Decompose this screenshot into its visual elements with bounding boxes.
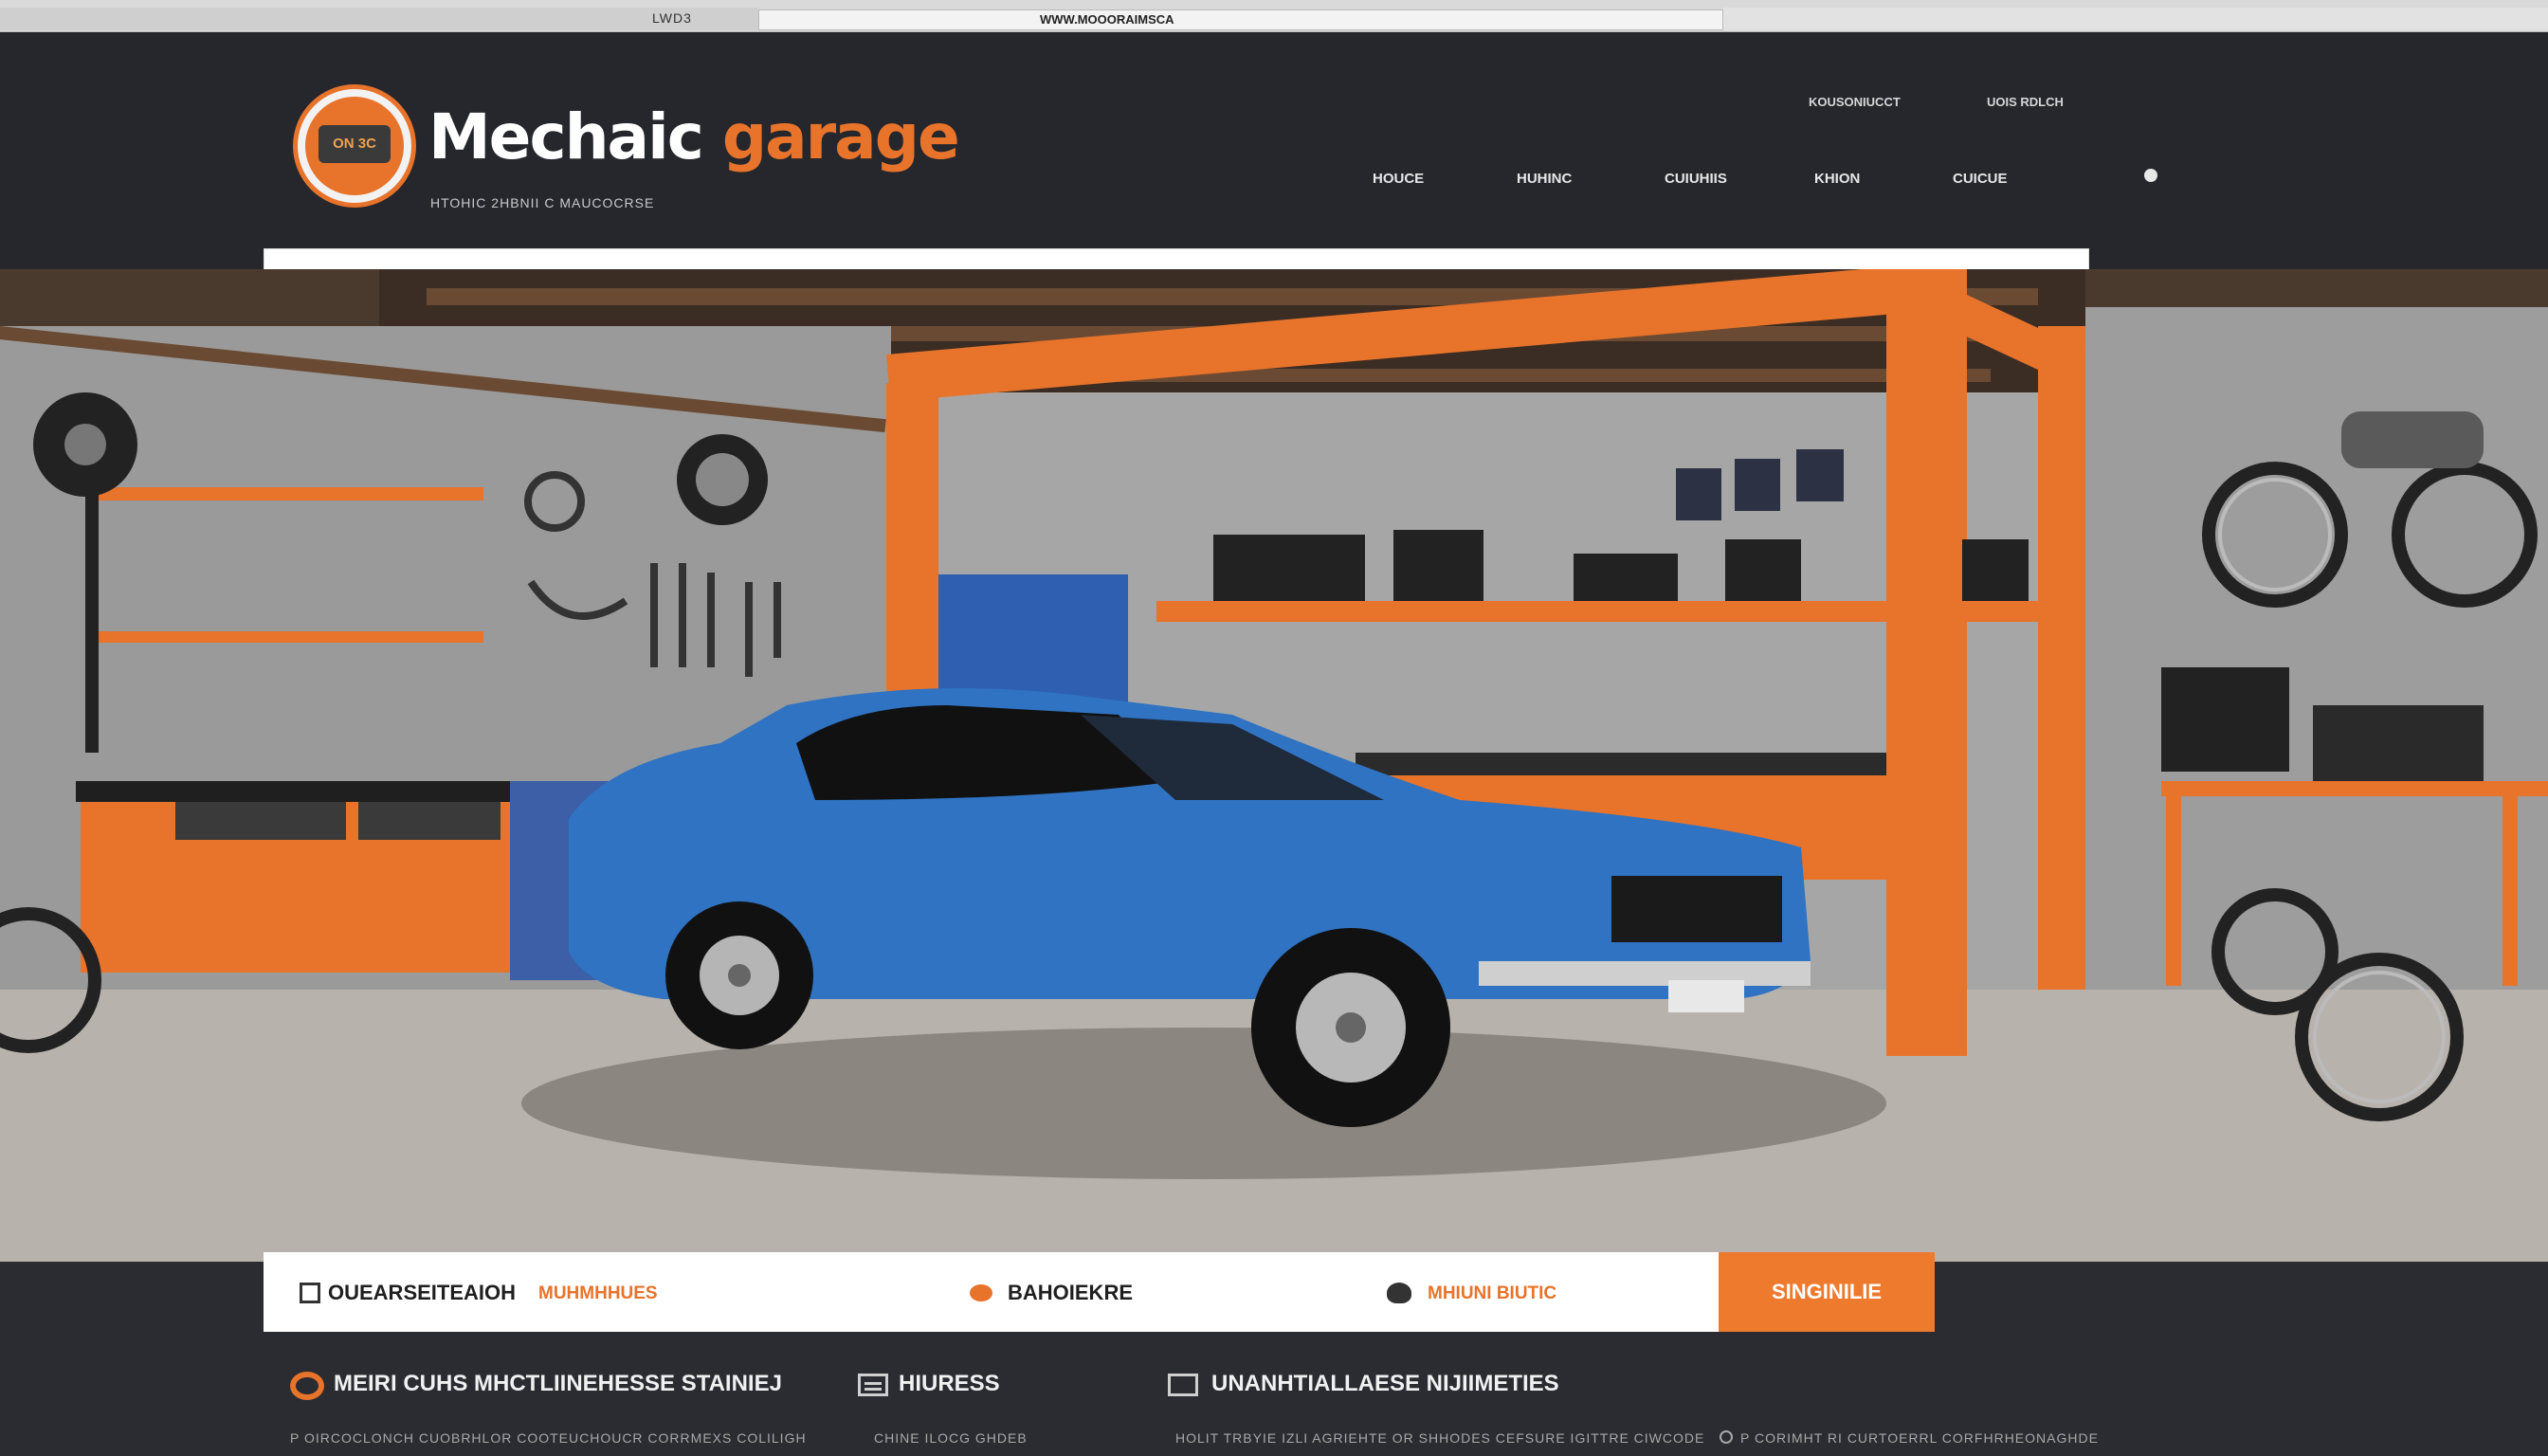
browser-tab-label: LWD3: [652, 10, 692, 26]
info-bar: OUEARSEITEAIOH MUHMHHUES BAHOIEKRE MHIUN…: [264, 1252, 1719, 1332]
features-row: MEIRI CUHS MHCTLIINEHESSE STAINIEJ P OIR…: [0, 1332, 2548, 1456]
info-item-1: OUEARSEITEAIOH: [328, 1281, 517, 1304]
garage-illustration: [0, 269, 2548, 1262]
feature-sub-1: P OIRCOCLONCH CUOBRHLOR COOTEUCHOUCR COR…: [290, 1430, 807, 1446]
logo-word-primary: Mechaic: [428, 100, 704, 173]
toolbox-icon: [1168, 1374, 1198, 1396]
address-bar-text: WWW.MOOORAIMSCA: [1040, 12, 1174, 27]
browser-tab[interactable]: LWD3: [0, 8, 758, 30]
logo-badge-text: ON 3C: [318, 125, 391, 163]
nav-item-4[interactable]: KHION: [1814, 171, 1860, 187]
logo-word-accent: garage: [721, 100, 960, 173]
feature-title-3[interactable]: UNANHTIALLAESE NIJIIMETIES: [1211, 1371, 1559, 1397]
feature-title-2[interactable]: HIURESS: [899, 1371, 1000, 1397]
cta-button[interactable]: SINGINILIE: [1719, 1252, 1935, 1332]
utility-link-1[interactable]: KOUSONIUCCT: [1809, 95, 1901, 109]
browser-toolbar: [1723, 8, 2548, 30]
nav-item-5[interactable]: CUICUE: [1953, 171, 2008, 187]
info-item-1-sub: MUHMHHUES: [538, 1283, 658, 1303]
utility-link-2[interactable]: UOIS RDLCH: [1987, 95, 2064, 109]
site-tagline: HTOHIC 2HBNII C MAUCOCRSE: [430, 195, 655, 210]
feature-sub-2: CHINE ILOCG GHDEB: [874, 1430, 1028, 1446]
feature-title-1[interactable]: MEIRI CUHS MHCTLIINEHESSE STAINIEJ: [334, 1371, 782, 1397]
nav-item-3[interactable]: CUIUHIIS: [1665, 171, 1727, 187]
logo-gear-icon[interactable]: ON 3C: [298, 89, 411, 203]
hero-garage-image: [0, 269, 2548, 1262]
pin-icon: [1720, 1430, 1733, 1444]
feature-sub-3: HOLIT TRBYIE IZLI AGRIEHTE OR SHHODES CE…: [1175, 1430, 1705, 1446]
tire-icon: [290, 1372, 324, 1400]
site-header: ON 3C Mechaic garage HTOHIC 2HBNII C MAU…: [0, 32, 2548, 300]
nav-item-2[interactable]: HUHINC: [1517, 171, 1572, 187]
phone-icon: [1387, 1283, 1411, 1303]
feature-sub-4: P CORIMHT RI CURTOERRL CORFHRHEONAGHDE: [1740, 1430, 2099, 1446]
location-icon: [970, 1284, 992, 1301]
info-item-3: MHIUNI BIUTIC: [1428, 1283, 1557, 1303]
calendar-icon: [300, 1283, 320, 1303]
nav-item-1[interactable]: HOUCE: [1373, 171, 1424, 187]
search-icon[interactable]: [2144, 169, 2157, 182]
browser-chrome: LWD3 WWW.MOOORAIMSCA: [0, 0, 2548, 32]
address-bar[interactable]: WWW.MOOORAIMSCA: [758, 9, 1723, 30]
list-icon: [858, 1374, 888, 1396]
info-item-2: BAHOIEKRE: [1008, 1281, 1134, 1304]
site-logo[interactable]: Mechaic garage: [428, 100, 960, 173]
